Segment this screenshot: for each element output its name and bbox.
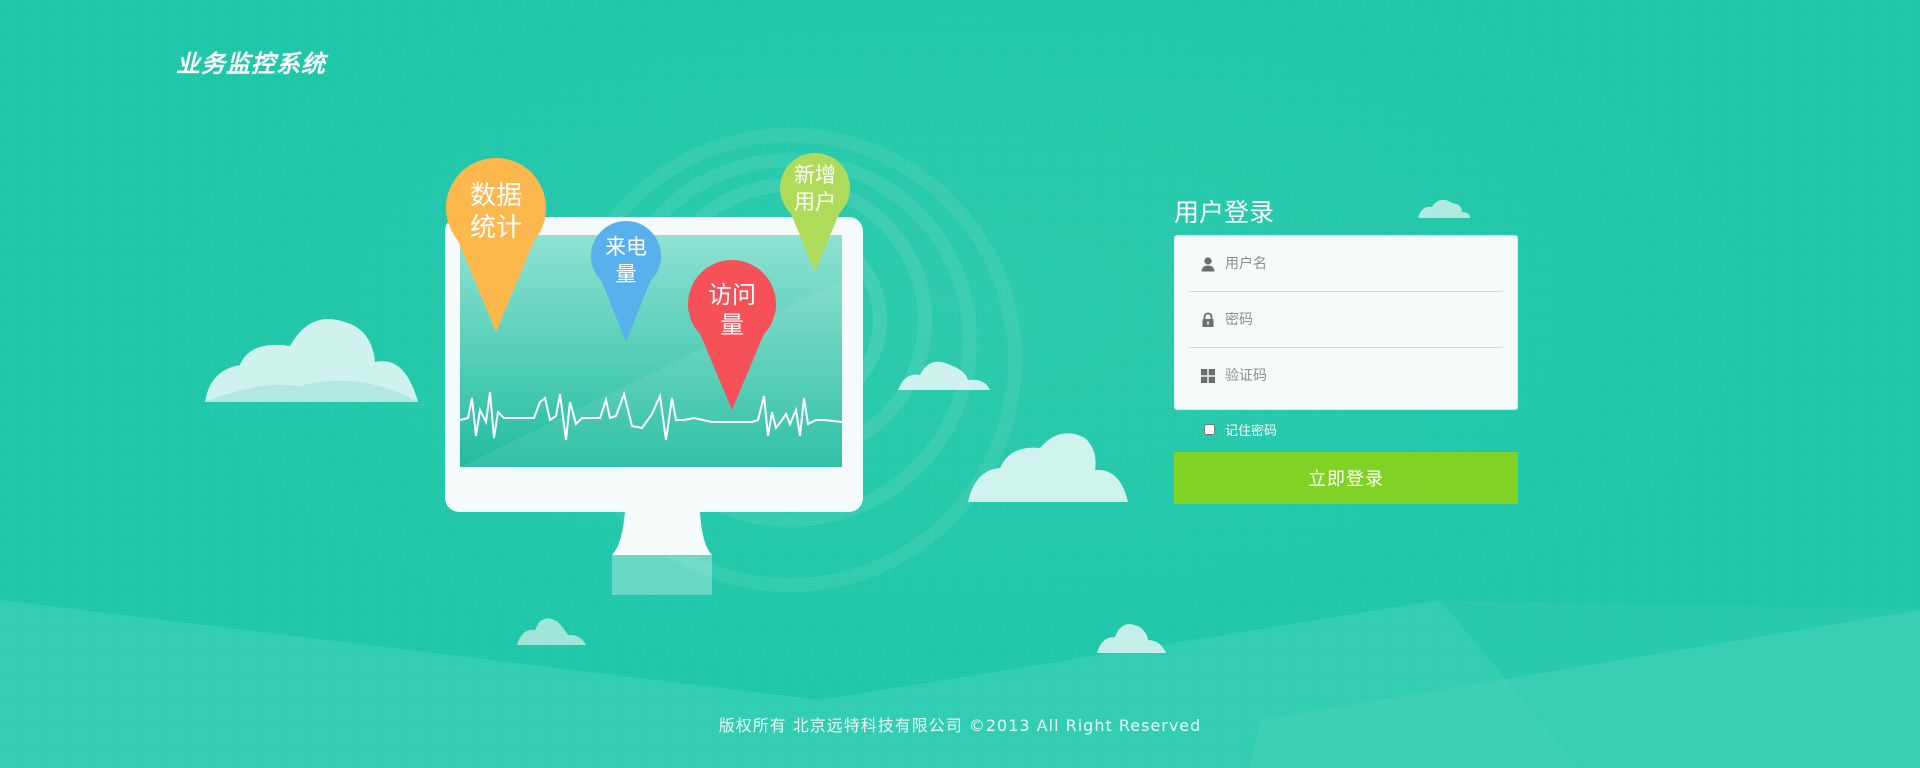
pin-new-users-line1: 新增 [794,163,836,187]
monitor-illustration [205,128,1470,653]
password-input[interactable] [1225,311,1503,328]
pin-calls-line2: 量 [615,262,637,286]
remember-checkbox[interactable] [1204,424,1215,435]
captcha-row [1189,348,1503,404]
cloud-top-right [1418,199,1470,218]
user-icon [1199,255,1217,273]
pin-data-stats-label: 数据 统计 [456,180,536,244]
pin-calls-label: 来电 量 [596,234,656,288]
pin-data-stats-line1: 数据 [469,181,522,211]
cloud-left [205,319,418,402]
copyright-footer: 版权所有 北京远特科技有限公司 ©2013 All Right Reserved [718,716,1202,735]
lock-icon [1199,311,1217,329]
cloud-bottom-left [517,618,586,645]
pin-new-users-line2: 用户 [794,190,836,214]
login-title: 用户登录 [1174,198,1275,227]
pin-new-users-label: 新增 用户 [785,162,845,216]
pin-data-stats-line2: 统计 [469,213,522,243]
login-form [1174,235,1518,410]
password-row [1189,292,1503,348]
captcha-input[interactable] [1225,368,1503,384]
cloud-bottom-mid [1097,624,1166,653]
username-input[interactable] [1225,255,1503,272]
remember-password[interactable]: 记住密码 [1204,420,1277,439]
remember-label: 记住密码 [1225,424,1278,439]
grid-icon [1199,367,1217,385]
login-button[interactable]: 立即登录 [1174,452,1518,504]
pin-visits-line1: 访问 [708,281,756,309]
username-row [1189,236,1503,292]
pin-calls-line1: 来电 [605,235,647,259]
pin-visits-line2: 量 [720,311,744,339]
pin-visits-label: 访问 量 [692,280,772,340]
